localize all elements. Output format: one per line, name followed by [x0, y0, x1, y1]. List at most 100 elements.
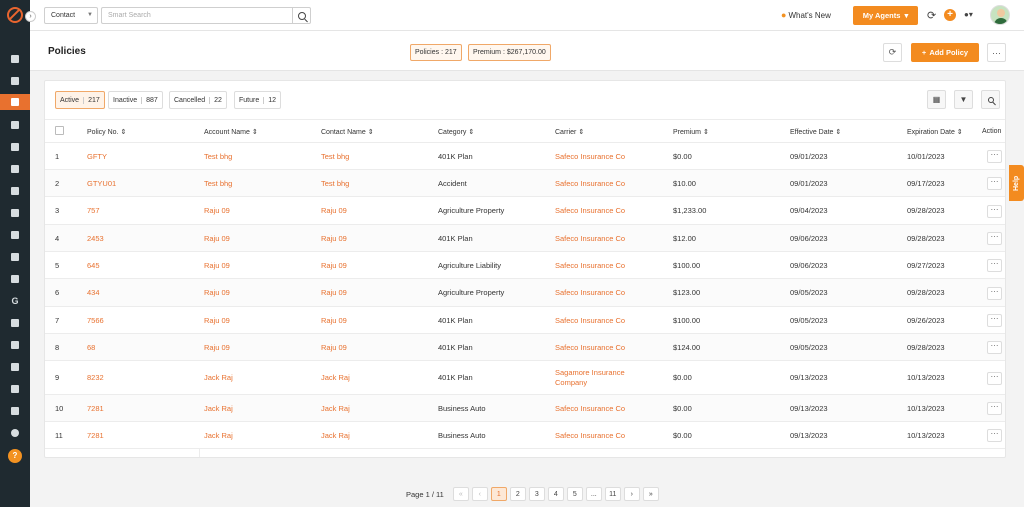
cell-policy[interactable]: 68 — [87, 343, 95, 353]
page-button[interactable]: ... — [585, 487, 602, 501]
reports-icon[interactable] — [0, 249, 30, 265]
cell-carrier[interactable]: Safeco Insurance Co — [555, 261, 625, 271]
cell-carrier[interactable]: Sagamore Insurance Company — [555, 368, 650, 388]
user-icon[interactable]: ●▾ — [964, 10, 973, 19]
table-row[interactable]: 7 7566 Raju 09 Raju 09 401K Plan Safeco Insur… — [45, 307, 1005, 334]
signature-icon[interactable] — [0, 381, 30, 397]
col-category[interactable]: Category ⇕ — [438, 128, 474, 136]
google-icon[interactable]: G — [0, 293, 30, 309]
col-policy-no[interactable]: Policy No. ⇕ — [87, 128, 126, 136]
document-icon[interactable] — [0, 227, 30, 243]
add-policy-button[interactable]: + Add Policy — [911, 43, 979, 62]
cell-policy[interactable]: 434 — [87, 288, 100, 298]
page-button[interactable]: 11 — [604, 487, 621, 501]
filter-cancelled-tab[interactable]: Cancelled 22 — [169, 91, 227, 109]
filter-button[interactable]: ▼ — [954, 90, 973, 109]
cell-account[interactable]: Test bhg — [204, 179, 232, 189]
row-action-button[interactable]: ··· — [987, 150, 1002, 163]
cell-carrier[interactable]: Safeco Insurance Co — [555, 316, 625, 326]
row-action-button[interactable]: ··· — [987, 372, 1002, 385]
table-row[interactable]: 6 434 Raju 09 Raju 09 Agriculture Property Sa… — [45, 279, 1005, 307]
col-account-name[interactable]: Account Name ⇕ — [204, 128, 258, 136]
cell-account[interactable]: Jack Raj — [204, 431, 233, 441]
cell-account[interactable]: Jack Raj — [204, 373, 233, 383]
cell-account[interactable]: Raju 09 — [204, 206, 230, 216]
avatar[interactable] — [990, 5, 1010, 25]
cell-contact[interactable]: Test bhg — [321, 179, 349, 189]
cell-policy[interactable]: 7281 — [87, 404, 104, 414]
row-action-button[interactable]: ··· — [987, 177, 1002, 190]
sidebar-toggle-chevron-icon[interactable]: › — [25, 11, 36, 22]
row-action-button[interactable]: ··· — [987, 205, 1002, 218]
cell-policy[interactable]: 7281 — [87, 431, 104, 441]
analytics-icon[interactable] — [0, 403, 30, 419]
cell-account[interactable]: Jack Raj — [204, 404, 233, 414]
row-action-button[interactable]: ··· — [987, 232, 1002, 245]
calculator-icon[interactable] — [0, 315, 30, 331]
cell-account[interactable]: Test bhg — [204, 152, 232, 162]
col-effective-date[interactable]: Effective Date ⇕ — [790, 128, 841, 136]
dashboard-icon[interactable] — [0, 51, 30, 67]
refresh-button[interactable]: ⟳ — [883, 43, 902, 62]
cell-contact[interactable]: Raju 09 — [321, 288, 347, 298]
row-action-button[interactable]: ··· — [987, 429, 1002, 442]
cell-carrier[interactable]: Safeco Insurance Co — [555, 404, 625, 414]
page-button[interactable]: ‹ — [471, 487, 488, 501]
table-row[interactable]: 1 GFTY Test bhg Test bhg 401K Plan Safeco Ins… — [45, 143, 1005, 170]
funnel-icon[interactable] — [0, 183, 30, 199]
page-button[interactable]: 1 — [490, 487, 507, 501]
cell-contact[interactable]: Jack Raj — [321, 431, 350, 441]
cell-contact[interactable]: Jack Raj — [321, 373, 350, 383]
carriers-icon[interactable] — [0, 117, 30, 133]
cell-account[interactable]: Raju 09 — [204, 343, 230, 353]
calendar-icon[interactable] — [0, 337, 30, 353]
refresh-icon[interactable]: ⟳ — [927, 9, 936, 22]
page-button[interactable]: 3 — [528, 487, 545, 501]
cell-contact[interactable]: Raju 09 — [321, 343, 347, 353]
smart-search-input[interactable]: Smart Search — [101, 7, 292, 24]
table-row[interactable]: 11 7281 Jack Raj Jack Raj Business Auto Safec… — [45, 422, 1005, 449]
page-button[interactable]: » — [642, 487, 659, 501]
row-action-button[interactable]: ··· — [987, 314, 1002, 327]
cell-carrier[interactable]: Safeco Insurance Co — [555, 288, 625, 298]
mail-icon[interactable] — [0, 359, 30, 375]
cell-account[interactable]: Raju 09 — [204, 288, 230, 298]
cell-policy[interactable]: 8232 — [87, 373, 104, 383]
more-options-button[interactable]: ··· — [987, 43, 1006, 62]
filter-active-tab[interactable]: Active 217 — [55, 91, 105, 109]
cell-account[interactable]: Raju 09 — [204, 316, 230, 326]
cell-carrier[interactable]: Safeco Insurance Co — [555, 234, 625, 244]
table-row[interactable]: 3 757 Raju 09 Raju 09 Agriculture Property Sa… — [45, 197, 1005, 225]
col-premium[interactable]: Premium ⇕ — [673, 128, 709, 136]
cell-policy[interactable]: 757 — [87, 206, 100, 216]
settings-gear-icon[interactable] — [0, 425, 30, 441]
row-action-button[interactable]: ··· — [987, 402, 1002, 415]
cell-contact[interactable]: Raju 09 — [321, 316, 347, 326]
my-agents-button[interactable]: My Agents ▾ — [853, 6, 918, 25]
cell-carrier[interactable]: Safeco Insurance Co — [555, 431, 625, 441]
contacts-icon[interactable] — [0, 73, 30, 89]
columns-button[interactable]: ▦ — [927, 90, 946, 109]
cell-contact[interactable]: Jack Raj — [321, 404, 350, 414]
table-row[interactable]: 4 2453 Raju 09 Raju 09 401K Plan Safeco Insur… — [45, 225, 1005, 252]
cell-contact[interactable]: Test bhg — [321, 152, 349, 162]
cell-carrier[interactable]: Safeco Insurance Co — [555, 343, 625, 353]
cell-policy[interactable]: 2453 — [87, 234, 104, 244]
cell-carrier[interactable]: Safeco Insurance Co — [555, 152, 625, 162]
cell-policy[interactable]: 7566 — [87, 316, 104, 326]
add-circle-icon[interactable]: + — [944, 9, 956, 21]
page-button[interactable]: › — [623, 487, 640, 501]
table-row[interactable]: 9 8232 Jack Raj Jack Raj 401K Plan Sagamore I… — [45, 361, 1005, 395]
cell-contact[interactable]: Raju 09 — [321, 234, 347, 244]
filter-future-tab[interactable]: Future 12 — [234, 91, 282, 109]
filter-inactive-tab[interactable]: Inactive 887 — [108, 91, 163, 109]
policies-icon[interactable] — [0, 94, 30, 110]
cell-carrier[interactable]: Safeco Insurance Co — [555, 206, 625, 216]
row-action-button[interactable]: ··· — [987, 259, 1002, 272]
search-button[interactable] — [292, 7, 311, 24]
search-scope-select[interactable]: Contact ▼ — [44, 7, 98, 24]
cell-policy[interactable]: 645 — [87, 261, 100, 271]
help-circle-icon[interactable]: ? — [8, 449, 22, 463]
cell-account[interactable]: Raju 09 — [204, 234, 230, 244]
page-button[interactable]: 4 — [547, 487, 564, 501]
